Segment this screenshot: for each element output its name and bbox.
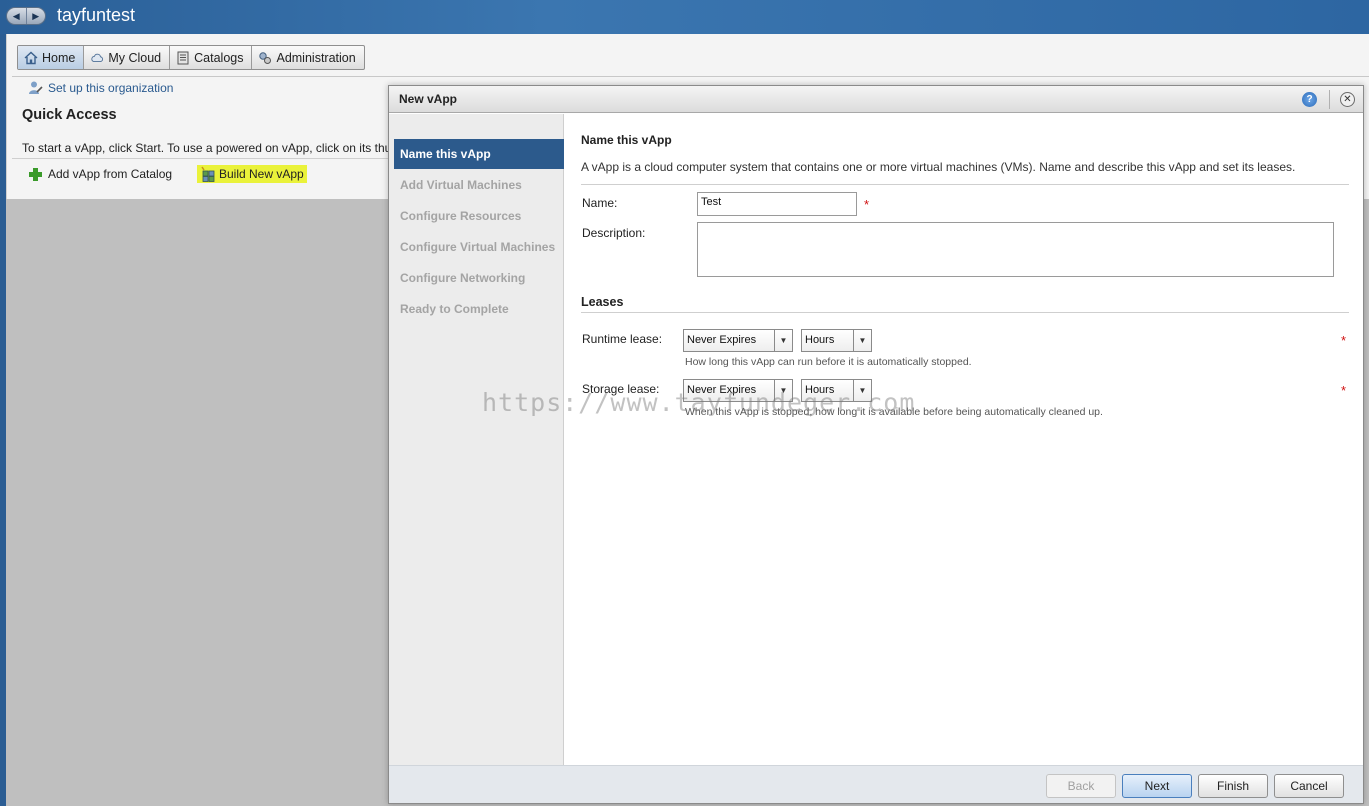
runtime-lease-select[interactable]: Never Expires ▼ — [683, 329, 793, 352]
tab-catalogs[interactable]: Catalogs — [170, 46, 253, 69]
home-icon — [24, 51, 38, 64]
runtime-lease-unit-select[interactable]: Hours ▼ — [801, 329, 872, 352]
build-new-vapp-label: Build New vApp — [219, 167, 304, 181]
step-configure-virtual-machines[interactable]: Configure Virtual Machines — [394, 232, 564, 262]
section-title: Name this vApp — [581, 133, 672, 147]
section-divider — [581, 184, 1349, 185]
add-vapp-from-catalog-label: Add vApp from Catalog — [48, 167, 173, 181]
step-name-vapp[interactable]: Name this vApp — [394, 139, 564, 169]
setup-org-label: Set up this organization — [48, 81, 174, 95]
back-button[interactable]: Back — [1046, 774, 1116, 798]
storage-lease-value: Never Expires — [687, 384, 757, 396]
tab-home[interactable]: Home — [18, 46, 85, 69]
runtime-lease-hint: How long this vApp can run before it is … — [685, 356, 972, 368]
forward-arrow-icon[interactable]: ▶ — [27, 8, 46, 24]
cancel-button[interactable]: Cancel — [1274, 774, 1344, 798]
storage-required-mark: * — [1341, 383, 1347, 398]
finish-button[interactable]: Finish — [1198, 774, 1268, 798]
runtime-lease-label: Runtime lease: — [582, 332, 663, 346]
step-add-virtual-machines[interactable]: Add Virtual Machines — [394, 170, 564, 200]
dialog-footer: Back Next Finish Cancel — [389, 765, 1363, 803]
divider — [12, 76, 1369, 77]
description-textarea[interactable] — [697, 222, 1334, 277]
name-input[interactable]: Test — [697, 192, 857, 216]
chevron-down-icon: ▼ — [774, 380, 792, 401]
description-label: Description: — [582, 226, 646, 240]
build-vapp-icon — [201, 166, 215, 182]
setup-org-link[interactable]: Set up this organization — [27, 80, 173, 96]
wizard-content: Name this vApp A vApp is a cloud compute… — [565, 114, 1363, 765]
tab-my-cloud-label: My Cloud — [108, 50, 162, 65]
help-icon[interactable]: ? — [1302, 92, 1317, 107]
chevron-down-icon: ▼ — [853, 380, 871, 401]
back-arrow-icon[interactable]: ◀ — [7, 8, 27, 24]
catalog-icon — [177, 51, 189, 64]
tab-administration-label: Administration — [276, 50, 356, 65]
build-new-vapp-link[interactable]: Build New vApp — [197, 165, 307, 183]
quick-access-divider — [12, 158, 412, 159]
dialog-header: New vApp ? ✕ — [389, 86, 1363, 113]
close-icon[interactable]: ✕ — [1340, 92, 1355, 107]
storage-lease-unit-select[interactable]: Hours ▼ — [801, 379, 872, 402]
storage-lease-label: Storage lease: — [582, 382, 660, 396]
next-button[interactable]: Next — [1122, 774, 1192, 798]
top-bar: ◀ ▶ tayfuntest — [0, 0, 1369, 34]
name-required-mark: * — [864, 197, 870, 212]
tab-catalogs-label: Catalogs — [194, 50, 244, 65]
chevron-down-icon: ▼ — [853, 330, 871, 351]
chevron-down-icon: ▼ — [774, 330, 792, 351]
step-configure-resources[interactable]: Configure Resources — [394, 201, 564, 231]
nav-tabbar: Home My Cloud Catalogs Administration — [17, 45, 365, 70]
leases-divider — [581, 312, 1349, 313]
runtime-lease-unit: Hours — [805, 334, 835, 346]
new-vapp-dialog: New vApp ? ✕ Name this vApp Add Virtual … — [388, 85, 1364, 804]
quick-access-title: Quick Access — [22, 107, 117, 123]
add-vapp-from-catalog-link[interactable]: Add vApp from Catalog — [29, 167, 172, 181]
tab-administration[interactable]: Administration — [252, 46, 363, 69]
storage-lease-unit: Hours — [805, 384, 835, 396]
wizard-steps: Name this vApp Add Virtual Machines Conf… — [389, 114, 564, 765]
storage-lease-select[interactable]: Never Expires ▼ — [683, 379, 793, 402]
tab-my-cloud[interactable]: My Cloud — [84, 46, 171, 69]
plus-icon — [29, 167, 42, 181]
quick-access-text: To start a vApp, click Start. To use a p… — [22, 141, 392, 155]
name-label: Name: — [582, 196, 618, 210]
step-ready-to-complete[interactable]: Ready to Complete — [394, 294, 564, 324]
org-title: tayfuntest — [57, 5, 136, 25]
step-configure-networking[interactable]: Configure Networking — [394, 263, 564, 293]
dialog-title: New vApp — [399, 92, 458, 106]
tab-home-label: Home — [42, 50, 76, 65]
cloud-icon — [91, 53, 104, 62]
setup-icon — [29, 81, 43, 94]
runtime-required-mark: * — [1341, 333, 1347, 348]
section-description: A vApp is a cloud computer system that c… — [581, 160, 1296, 174]
leases-title: Leases — [581, 295, 624, 309]
admin-icon — [259, 51, 272, 64]
runtime-lease-value: Never Expires — [687, 334, 757, 346]
storage-lease-hint: When this vApp is stopped, how long it i… — [685, 406, 1103, 418]
history-nav: ◀ ▶ — [6, 7, 46, 25]
header-divider — [1329, 90, 1330, 109]
